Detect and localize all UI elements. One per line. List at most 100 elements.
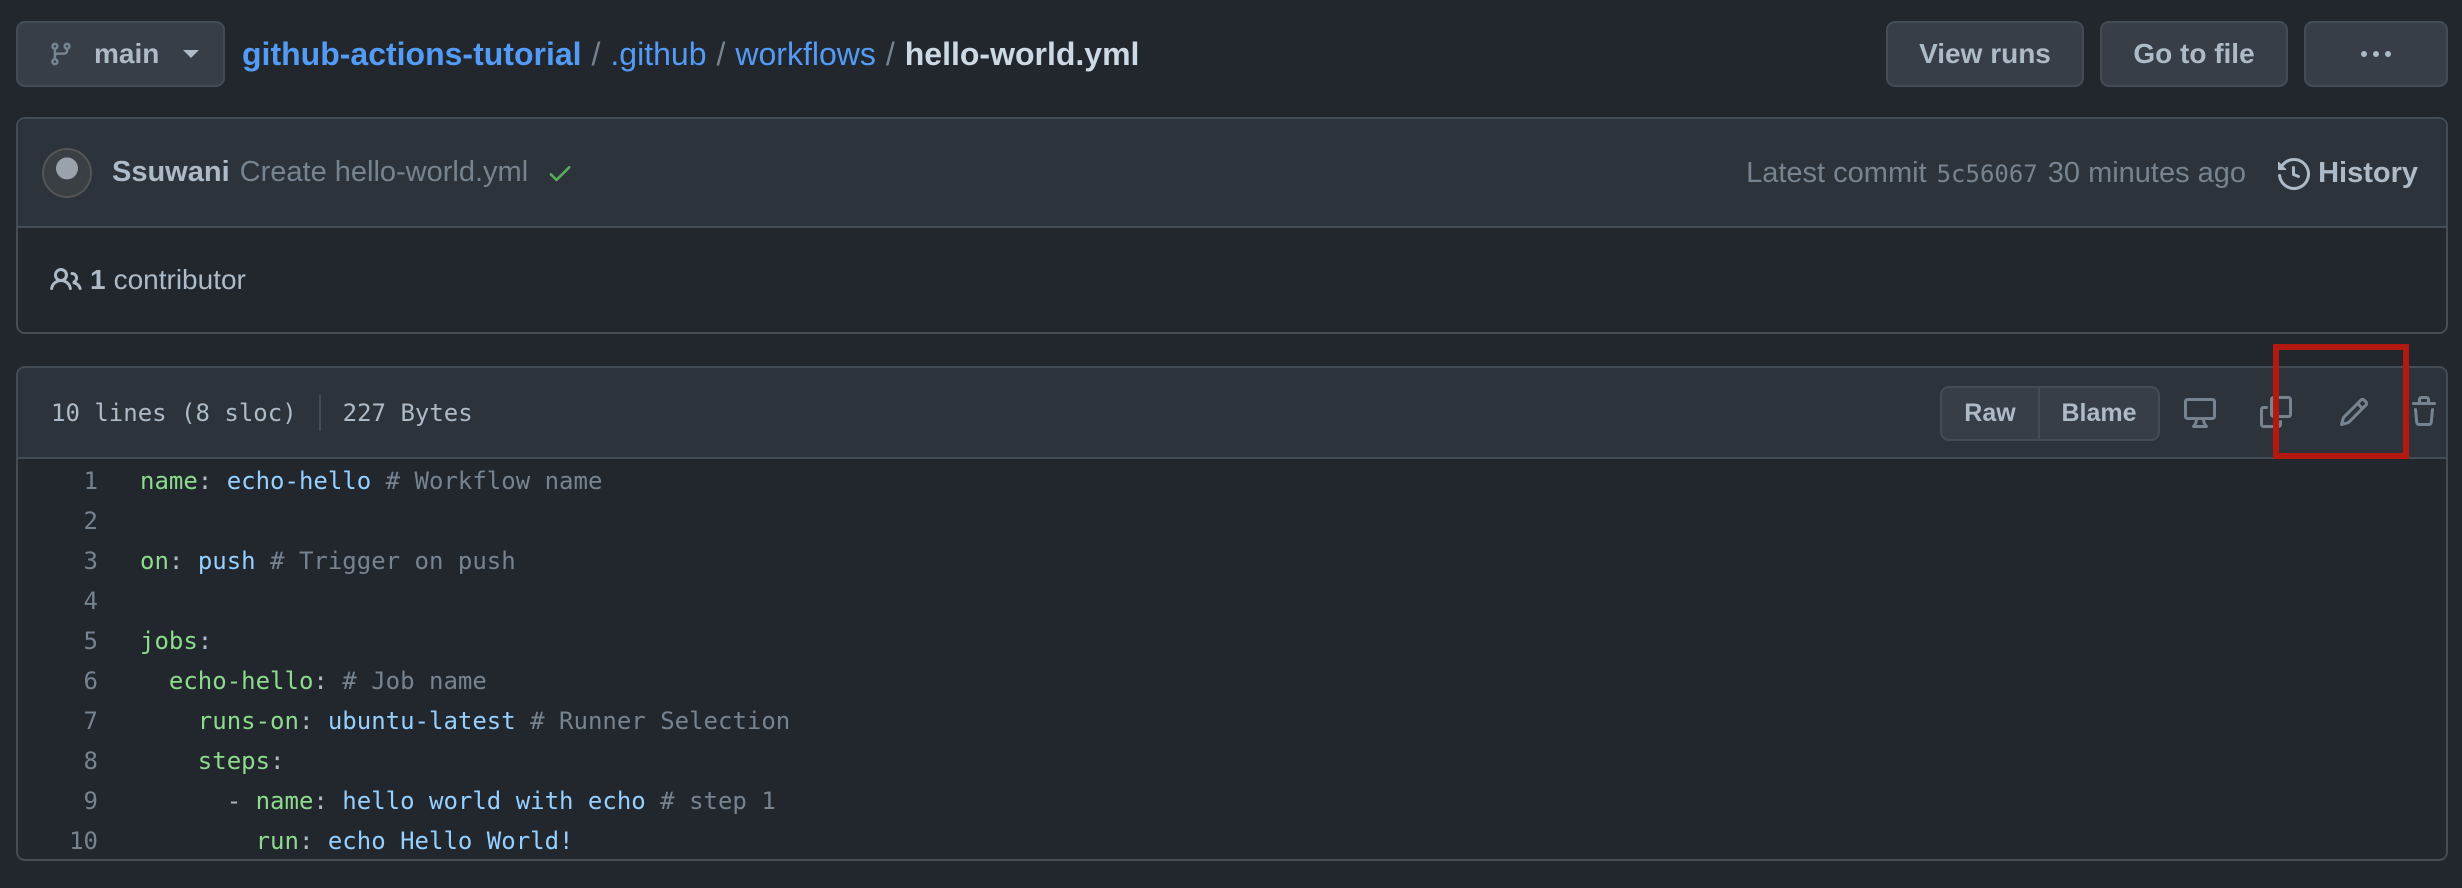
code-token: echo-hello bbox=[168, 667, 314, 695]
code-token: # Workflow name bbox=[371, 467, 603, 495]
code-token: run bbox=[255, 827, 299, 855]
code-line: 7 runs-on: ubuntu-latest # Runner Select… bbox=[18, 701, 2446, 741]
more-options-button[interactable] bbox=[2304, 21, 2448, 87]
code-token: push bbox=[197, 547, 256, 575]
line-number[interactable]: 6 bbox=[18, 667, 100, 695]
commit-meta: Latest commit 5c56067 30 minutes ago His… bbox=[1746, 119, 2418, 228]
line-number[interactable]: 8 bbox=[18, 747, 100, 775]
breadcrumb-separator: / bbox=[591, 35, 601, 72]
line-number[interactable]: 9 bbox=[18, 787, 100, 815]
file-header: 10 lines (8 sloc) 227 Bytes Raw Blame bbox=[18, 368, 2446, 459]
file-info: 10 lines (8 sloc) 227 Bytes bbox=[51, 394, 473, 431]
history-label: History bbox=[2318, 157, 2418, 189]
code-line: 9 - name: hello world with echo # step 1 bbox=[18, 781, 2446, 821]
code-line: 6 echo-hello: # Job name bbox=[18, 661, 2446, 701]
breadcrumb-current-file: hello-world.yml bbox=[904, 35, 1140, 72]
commit-author[interactable]: Ssuwani bbox=[112, 156, 230, 189]
breadcrumb-separator: / bbox=[885, 35, 895, 72]
code-token: ubuntu-latest bbox=[327, 707, 516, 735]
desktop-icon bbox=[2184, 398, 2216, 428]
code-token: name bbox=[255, 787, 314, 815]
code-token: hello world with echo bbox=[342, 787, 646, 815]
blame-button[interactable]: Blame bbox=[2040, 388, 2158, 439]
commit-message[interactable]: Create hello-world.yml bbox=[240, 156, 529, 189]
copy-button[interactable] bbox=[2256, 392, 2296, 432]
code-token: # step 1 bbox=[645, 787, 776, 815]
code-token: steps bbox=[197, 747, 271, 775]
code-token: name bbox=[140, 467, 198, 495]
code-token: echo-hello bbox=[226, 467, 372, 495]
line-number[interactable]: 7 bbox=[18, 707, 100, 735]
raw-button[interactable]: Raw bbox=[1942, 388, 2040, 439]
history-icon bbox=[2278, 157, 2311, 190]
code-line: 10 run: echo Hello World! bbox=[18, 821, 2446, 859]
branch-name: main bbox=[94, 38, 160, 69]
code-token: - bbox=[140, 787, 256, 815]
line-content: echo-hello: # Job name bbox=[140, 667, 487, 695]
line-content: name: echo-hello # Workflow name bbox=[140, 467, 602, 495]
breadcrumb-repo-link[interactable]: github-actions-tutorial bbox=[242, 36, 582, 73]
commit-box: Ssuwani Create hello-world.yml Latest co… bbox=[16, 117, 2448, 334]
git-branch-icon bbox=[51, 42, 71, 66]
contributors-row[interactable]: 1 contributor bbox=[18, 228, 2446, 332]
line-number[interactable]: 5 bbox=[18, 627, 100, 655]
contributor-count: 1 bbox=[90, 264, 106, 295]
file-size: 227 Bytes bbox=[342, 398, 473, 427]
code-view: 1 name: echo-hello # Workflow name 2 3 on: p… bbox=[18, 459, 2446, 859]
breadcrumb-separator: / bbox=[716, 35, 726, 72]
kebab-horizontal-icon bbox=[2361, 51, 2391, 57]
branch-selector-button[interactable]: main bbox=[16, 21, 225, 87]
code-token: # Runner Selection bbox=[515, 707, 791, 735]
commit-sha-link[interactable]: 5c56067 bbox=[1937, 160, 2038, 188]
code-token: : bbox=[197, 467, 227, 495]
top-actions: View runs Go to file bbox=[1886, 21, 2448, 87]
code-line: 3 on: push # Trigger on push bbox=[18, 541, 2446, 581]
commit-time: 30 minutes ago bbox=[2047, 157, 2247, 189]
latest-commit-row: Ssuwani Create hello-world.yml Latest co… bbox=[18, 119, 2446, 228]
avatar[interactable] bbox=[42, 147, 92, 198]
desktop-open-button[interactable] bbox=[2180, 392, 2220, 432]
trash-icon bbox=[2412, 396, 2436, 426]
latest-commit-label: Latest commit bbox=[1746, 157, 1927, 189]
line-number[interactable]: 10 bbox=[18, 827, 100, 855]
breadcrumb-workflows-link[interactable]: workflows bbox=[735, 36, 875, 73]
line-number[interactable]: 4 bbox=[18, 587, 100, 615]
code-token: : bbox=[298, 827, 328, 855]
code-token: # Job name bbox=[327, 667, 487, 695]
code-line: 1 name: echo-hello # Workflow name bbox=[18, 461, 2446, 501]
line-number[interactable]: 2 bbox=[18, 507, 100, 535]
code-token: runs-on bbox=[197, 707, 299, 735]
copy-icon bbox=[2260, 396, 2292, 428]
line-number[interactable]: 1 bbox=[18, 467, 100, 495]
code-token: : bbox=[298, 707, 328, 735]
code-token: : bbox=[313, 667, 328, 695]
code-token: : bbox=[313, 787, 343, 815]
top-bar: main github-actions-tutorial / .github /… bbox=[16, 21, 2448, 87]
line-content: steps: bbox=[140, 747, 285, 775]
delete-file-button[interactable] bbox=[2404, 392, 2444, 432]
code-token: on bbox=[140, 547, 169, 575]
chevron-down-icon bbox=[183, 50, 200, 58]
divider bbox=[318, 394, 321, 431]
file-viewer: 10 lines (8 sloc) 227 Bytes Raw Blame 1 n… bbox=[16, 366, 2448, 861]
code-token: echo Hello World! bbox=[327, 827, 574, 855]
check-icon[interactable] bbox=[546, 159, 574, 187]
breadcrumb: github-actions-tutorial / .github / work… bbox=[242, 36, 1139, 73]
code-line: 4 bbox=[18, 581, 2446, 621]
go-to-file-button[interactable]: Go to file bbox=[2100, 21, 2288, 87]
file-lines-info: 10 lines (8 sloc) bbox=[51, 398, 297, 427]
history-link[interactable]: History bbox=[2278, 157, 2418, 190]
breadcrumb-github-link[interactable]: .github bbox=[610, 36, 706, 73]
raw-blame-group: Raw Blame bbox=[1940, 386, 2160, 441]
line-content: on: push # Trigger on push bbox=[140, 547, 516, 575]
edit-file-button[interactable] bbox=[2334, 392, 2374, 432]
line-number[interactable]: 3 bbox=[18, 547, 100, 575]
view-runs-button[interactable]: View runs bbox=[1886, 21, 2084, 87]
code-token: : bbox=[168, 547, 198, 575]
code-token: : bbox=[197, 627, 213, 655]
code-token: jobs bbox=[140, 627, 198, 655]
line-content: runs-on: ubuntu-latest # Runner Selectio… bbox=[140, 707, 790, 735]
